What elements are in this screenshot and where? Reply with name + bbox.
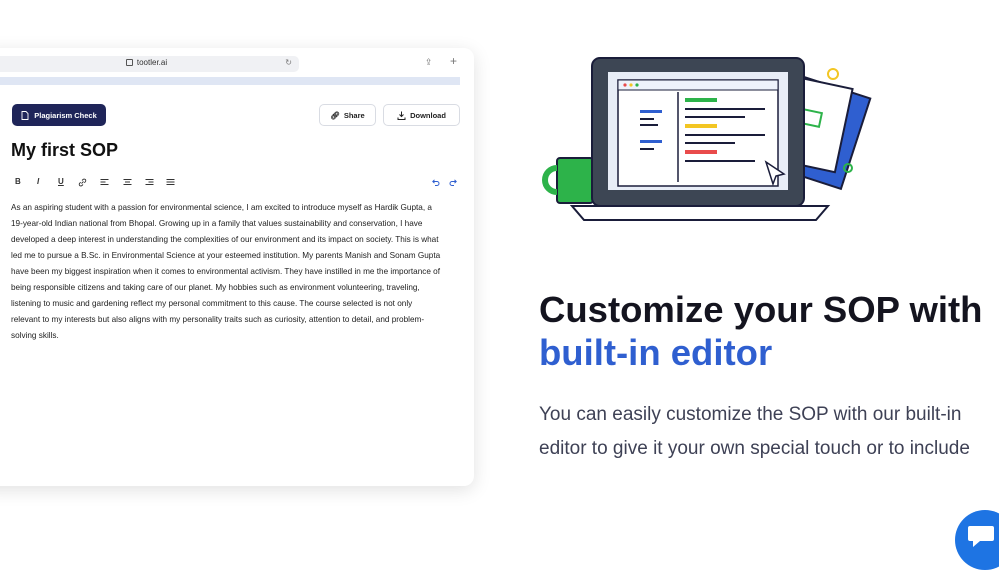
share-icon[interactable]: ⇪ (425, 57, 433, 68)
lock-icon (125, 59, 133, 67)
plus-icon[interactable]: + (450, 54, 457, 68)
italic-button[interactable]: I (37, 177, 39, 186)
url-text: tootler.ai (136, 58, 168, 67)
share-button[interactable]: 🔗︎ Share (319, 104, 376, 126)
reload-icon[interactable]: ↻ (285, 58, 292, 67)
bold-button[interactable]: B (15, 177, 21, 186)
align-left-button[interactable] (100, 178, 109, 187)
address-bar[interactable]: tootler.ai ↻ (0, 56, 299, 72)
align-center-button[interactable] (123, 178, 132, 187)
headline-line-1: Customize your SOP with (539, 289, 983, 330)
chat-bubble-icon (968, 526, 994, 547)
document-title: My first SOP (11, 140, 119, 160)
laptop-illustration (542, 57, 872, 221)
justify-button[interactable] (166, 178, 175, 187)
browser-window: tootler.ai ↻ ⇪ + Plagiarism Check 🔗︎ Sha… (0, 48, 474, 486)
document-icon (21, 110, 29, 120)
tab-strip (0, 77, 460, 85)
link-icon: 🔗︎ (330, 110, 340, 120)
download-icon (397, 111, 406, 120)
redo-icon[interactable] (449, 178, 458, 187)
download-button[interactable]: Download (383, 104, 460, 126)
subtext-line-2: editor to give it your own special touch… (539, 438, 970, 459)
hero-subtext: You can easily customize the SOP with ou… (539, 398, 999, 466)
plagiarism-check-button[interactable]: Plagiarism Check (12, 104, 106, 126)
link-button[interactable] (78, 178, 87, 187)
headline-line-2: built-in editor (539, 332, 773, 373)
underline-button[interactable]: U (58, 177, 64, 186)
subtext-line-1: You can easily customize the SOP with ou… (539, 404, 962, 425)
undo-icon[interactable] (431, 178, 440, 187)
hero-headline: Customize your SOP with built-in editor (539, 288, 982, 374)
document-body[interactable]: As an aspiring student with a passion fo… (11, 200, 441, 344)
chat-button[interactable] (955, 510, 999, 570)
align-right-button[interactable] (145, 178, 154, 187)
